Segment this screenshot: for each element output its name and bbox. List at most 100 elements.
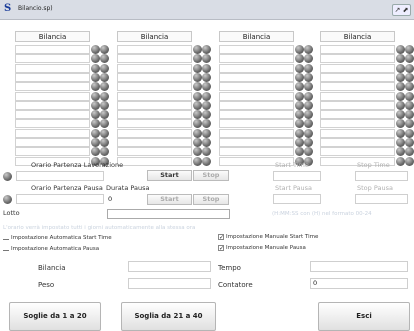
status-led-icon [304,100,313,110]
scale-row-field[interactable] [117,54,192,64]
status-led-icon [100,128,109,138]
bilancia-readout-label: Bilancia [38,264,66,272]
scale-row-field[interactable] [117,138,192,147]
auto-pausa-radio[interactable] [3,245,9,251]
scale-row-field[interactable] [117,119,192,129]
pausa-stop-button[interactable]: Stop [193,194,229,205]
scale-row-field[interactable] [219,54,294,64]
status-led-icon [193,128,202,138]
scale-row-field[interactable] [15,91,90,101]
pausa-time-field[interactable] [16,194,104,204]
scale-row-field[interactable] [320,63,395,73]
scale-row-field[interactable] [219,128,294,138]
scale-row-field[interactable] [320,138,395,147]
status-led-icon [202,128,211,138]
scale-status-leds [193,63,211,73]
scale-row-field[interactable] [219,91,294,101]
scale-row-field[interactable] [15,119,90,129]
auto-start-radio[interactable] [3,234,9,240]
scale-row-field[interactable] [219,110,294,120]
scale-row-field[interactable] [117,45,192,54]
status-led-icon [100,63,109,73]
scale-row-field[interactable] [15,72,90,82]
info-text: L'orario verrà impostato tutti i giorni … [3,225,196,231]
durata-pausa-field[interactable]: 0 [105,194,148,204]
manual-pausa-option[interactable]: ✓ Impostazione Manuale Pausa [218,245,306,252]
soglie-1-20-button[interactable]: Soglie da 1 a 20 [9,302,101,331]
scale-row-field[interactable] [219,100,294,110]
window-controls-icon[interactable]: ↗ ⬈ [392,4,411,16]
start-time-label: Start Time [275,161,309,169]
auto-pausa-option[interactable]: Impostazione Automatica Pausa [3,245,99,252]
lavorazione-time-field[interactable] [16,171,104,181]
scale-row-field[interactable] [219,45,294,54]
status-led-icon [405,72,414,82]
scale-row-field[interactable] [117,147,192,157]
scale-row-field[interactable] [117,100,192,110]
scale-row-field[interactable] [117,72,192,82]
esci-button[interactable]: Esci [318,302,410,331]
scale-row-field[interactable] [15,45,90,54]
scale-row-field[interactable] [15,147,90,157]
status-led-icon [100,119,109,129]
scale-row-field[interactable] [15,82,90,92]
scale-status-leds [193,100,211,110]
scale-row-field[interactable] [15,54,90,64]
scale-row-field[interactable] [219,119,294,129]
scale-row-field[interactable] [320,100,395,110]
scale-row-field[interactable] [15,138,90,147]
scale-row-field[interactable] [320,45,395,54]
status-led-icon [304,138,313,147]
start-pausa-label: Start Pausa [275,184,313,192]
scale-row-field[interactable] [219,147,294,157]
manual-pausa-checkbox[interactable]: ✓ [218,245,224,252]
scale-row-field[interactable] [320,110,395,120]
manual-start-checkbox[interactable]: ✓ [218,234,224,241]
status-led-icon [405,82,414,92]
scale-row-field[interactable] [219,63,294,73]
lotto-input[interactable] [107,209,230,219]
scale-row-field[interactable] [320,91,395,101]
auto-start-option[interactable]: Impostazione Automatica Start Time [3,234,112,241]
scale-row-field[interactable] [117,91,192,101]
scale-row-field[interactable] [320,128,395,138]
status-led-icon [202,72,211,82]
scale-row-field[interactable] [320,54,395,64]
scale-row-field[interactable] [117,128,192,138]
status-led-icon [304,45,313,54]
scale-row-field[interactable] [219,72,294,82]
scale-row-field[interactable] [320,147,395,157]
scale-row-field[interactable] [117,110,192,120]
status-led-icon [396,119,405,129]
scale-row-field[interactable] [15,128,90,138]
scale-row-field[interactable] [15,100,90,110]
lavorazione-start-button[interactable]: Start [147,170,192,181]
scale-status-leds [91,91,109,101]
status-led-icon [396,63,405,73]
stop-pausa-field[interactable] [355,194,408,204]
scale-row-field[interactable] [117,82,192,92]
scale-row-field[interactable] [117,63,192,73]
manual-start-option[interactable]: ✓ Impostazione Manuale Start Time [218,234,318,241]
soglia-21-40-button[interactable]: Soglia da 21 a 40 [121,302,216,331]
start-time-field[interactable] [273,171,321,181]
status-led-icon [202,156,211,166]
status-led-icon [91,63,100,73]
scale-row-field[interactable] [219,138,294,147]
scale-status-leds [295,82,313,92]
scale-status-leds [295,147,313,157]
status-led-icon [304,128,313,138]
scale-row-field[interactable] [320,72,395,82]
scale-row-field[interactable] [117,156,192,166]
scale-row-field[interactable] [15,110,90,120]
scale-row-field[interactable] [15,63,90,73]
status-led-icon [295,63,304,73]
scale-row-field[interactable] [320,82,395,92]
stop-time-field[interactable] [355,171,408,181]
pausa-start-button[interactable]: Start [147,194,192,205]
start-pausa-field[interactable] [273,194,321,204]
lavorazione-stop-button[interactable]: Stop [193,170,229,181]
scale-row-field[interactable] [219,82,294,92]
scale-row-field[interactable] [320,119,395,129]
status-led-icon [91,138,100,147]
